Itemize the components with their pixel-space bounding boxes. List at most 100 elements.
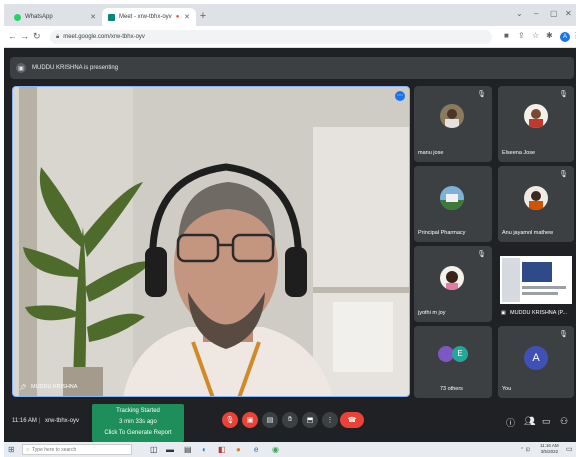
avatar [440, 266, 464, 290]
participant-tile[interactable]: 🎙︎ jyothi m joy [414, 246, 492, 322]
captions-button[interactable]: ▤ [262, 412, 278, 428]
participant-tile[interactable]: 🎙︎ Elseena Jose [498, 86, 574, 162]
participant-tile[interactable]: Principal Pharmacy [414, 166, 492, 242]
participant-name: Principal Pharmacy [418, 230, 466, 236]
search-icon: ○ [26, 446, 30, 453]
url-text: meet.google.com/xrw-tbhx-oyv [63, 34, 145, 40]
reload-icon[interactable]: ↻ [33, 31, 41, 42]
info-icon[interactable]: ⓘ [506, 416, 515, 429]
present-icon: ▣ [16, 63, 26, 73]
tracking-elapsed: 3 min 33s ago [119, 419, 157, 425]
tab-meet[interactable]: Meet - xrw-tbhx-oyv ● ✕ [102, 8, 196, 26]
tracking-status: Tracking Started [116, 408, 160, 414]
participant-name: Elseena Jose [502, 150, 536, 156]
notifications-icon[interactable]: ▭ [566, 445, 573, 453]
participant-name: manu jose [418, 150, 444, 156]
camera-off-button[interactable]: ▣ [242, 412, 258, 428]
close-window-icon[interactable]: ✕ [565, 9, 572, 18]
close-tab-icon[interactable]: ✕ [184, 13, 190, 21]
present-button[interactable]: ⬒ [302, 412, 318, 428]
share-icon[interactable]: ⇪ [518, 31, 525, 40]
meeting-code: xrw-tbhx-oyv [45, 418, 80, 424]
mic-off-icon: 🎙︎ [559, 331, 568, 338]
menu-icon[interactable]: ⋮ [572, 31, 576, 40]
star-icon[interactable]: ☆ [532, 31, 539, 40]
participant-tile[interactable]: 🎙︎ manu jose [414, 86, 492, 162]
participant-name: MUDDU KRISHNA (P... [510, 310, 568, 316]
edge-icon[interactable]: ◐ [202, 445, 207, 454]
task-view-icon[interactable]: ◫ [150, 445, 158, 454]
back-icon[interactable]: ← [8, 31, 17, 41]
participant-name: jyothi m joy [418, 310, 446, 316]
presentation-thumbnail [500, 256, 572, 304]
mic-off-icon: 🎙︎ [477, 91, 486, 98]
windows-taskbar: ⊞ ○ Type here to search ◫ ▬ ▤ ◐ ◧ ● e ◉ … [4, 442, 576, 457]
present-icon: ▣ [501, 310, 506, 316]
store-icon[interactable]: ▤ [184, 445, 192, 454]
others-count: 73 others [440, 386, 463, 392]
firefox-icon[interactable]: ● [236, 445, 241, 454]
forward-icon[interactable]: → [20, 31, 29, 41]
profile-avatar[interactable]: A [560, 32, 570, 42]
others-tile[interactable]: E 73 others [414, 326, 492, 398]
clock[interactable]: 11:16 AM 3/5/2022 [540, 443, 559, 455]
main-video-tile[interactable]: ⋯ 📌︎ MUDDU KRISHNA [12, 86, 410, 397]
pin-icon[interactable]: 📌︎ [19, 384, 27, 391]
clock-date: 3/5/2022 [540, 449, 559, 454]
address-row: ← → ↻ 🔒︎ meet.google.com/xrw-tbhx-oyv ■ … [4, 26, 576, 48]
extensions-icon[interactable]: ✱ [546, 31, 553, 40]
screen: WhatsApp ✕ Meet - xrw-tbhx-oyv ● ✕ + ⌄ –… [4, 4, 576, 457]
lock-icon: 🔒︎ [56, 33, 60, 40]
tracking-popup[interactable]: Tracking Started 3 min 33s ago Click To … [92, 404, 184, 442]
tab-label: Meet - xrw-tbhx-oyv [119, 14, 172, 20]
chevron-down-icon[interactable]: ⌄ [516, 9, 523, 18]
speaker-name: MUDDU KRISHNA [31, 384, 78, 390]
recording-dot-icon: ● [175, 14, 180, 20]
maximize-icon[interactable]: ▢ [550, 9, 558, 18]
chrome-icon[interactable]: ◉ [272, 445, 279, 454]
ie-icon[interactable]: e [254, 445, 258, 454]
office-icon[interactable]: ◧ [218, 445, 226, 454]
speaker-video [13, 87, 409, 396]
divider: | [39, 418, 41, 424]
taskbar-search[interactable]: ○ Type here to search [22, 444, 132, 455]
whatsapp-icon [14, 13, 21, 21]
self-tile[interactable]: 🎙︎ A You [498, 326, 574, 398]
avatar [524, 186, 548, 210]
camera-indicator-icon[interactable]: ■ [504, 31, 509, 40]
participant-name: Anu jayamol mathew [502, 230, 554, 236]
presenting-text: MUDDU KRISHNA is presenting [32, 65, 119, 71]
mic-off-button[interactable]: 🎙︎ [222, 412, 238, 428]
participant-tile[interactable]: 🎙︎ Anu jayamol mathew [498, 166, 574, 242]
minimize-icon[interactable]: – [534, 9, 538, 18]
new-tab-button[interactable]: + [196, 10, 210, 22]
file-explorer-icon[interactable]: ▬ [166, 445, 174, 454]
avatar [440, 104, 464, 128]
search-placeholder: Type here to search [32, 446, 77, 453]
mic-off-icon: 🎙︎ [559, 91, 568, 98]
participant-name: You [502, 386, 512, 392]
meet-icon [108, 13, 115, 21]
meeting-control-bar: 11:16 AM | xrw-tbhx-oyv 🎙︎ ▣ ▤ ✋︎ ⬒ ⋮ ☎︎… [4, 402, 576, 442]
address-bar[interactable]: 🔒︎ meet.google.com/xrw-tbhx-oyv [50, 30, 492, 44]
presentation-tile[interactable]: MUDDU KRISHNA (P... ▣ [498, 246, 574, 322]
tab-whatsapp[interactable]: WhatsApp ✕ [8, 8, 102, 26]
end-call-button[interactable]: ☎︎ [340, 412, 364, 428]
raise-hand-button[interactable]: ✋︎ [282, 412, 298, 428]
avatar: A [524, 346, 548, 370]
activities-icon[interactable]: ⚇ [560, 416, 568, 427]
meeting-time: 11:16 AM [12, 418, 37, 424]
avatar [524, 104, 548, 128]
windows-start-icon[interactable]: ⊞ [8, 445, 15, 454]
people-icon[interactable]: 👥︎ [524, 416, 535, 427]
more-options-icon[interactable]: ⋯ [395, 91, 405, 101]
more-options-button[interactable]: ⋮ [322, 412, 338, 428]
mic-off-icon: 🎙︎ [559, 171, 568, 178]
close-tab-icon[interactable]: ✕ [90, 13, 96, 21]
chat-icon[interactable]: ▭ [542, 416, 551, 427]
avatar [440, 186, 464, 210]
tray-icons[interactable]: ⌃ ⊡ [520, 447, 530, 453]
generate-report-link[interactable]: Click To Generate Report [92, 428, 184, 439]
mic-off-icon: 🎙︎ [477, 251, 486, 258]
presenting-banner: ▣ MUDDU KRISHNA is presenting [10, 57, 574, 79]
